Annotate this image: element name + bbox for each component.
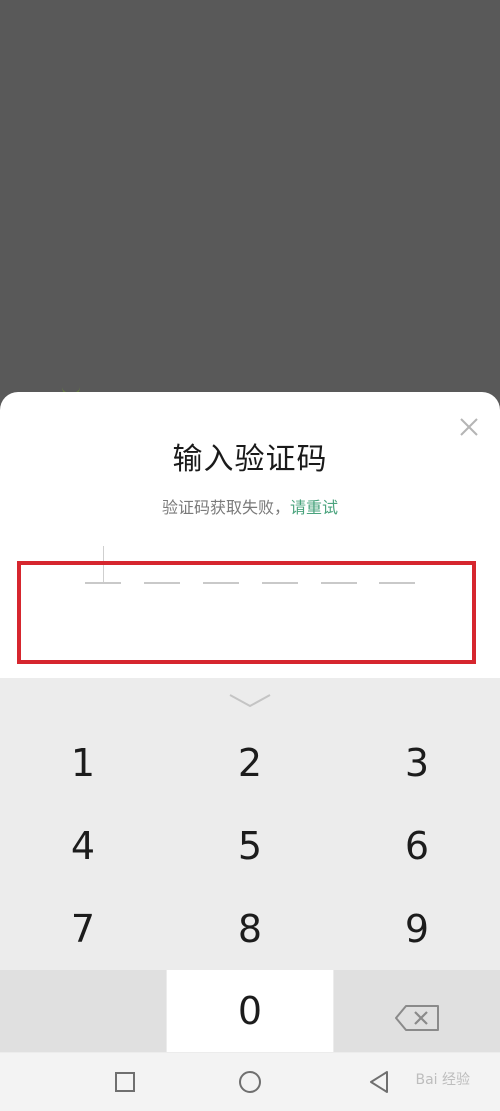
back-icon[interactable]	[367, 1069, 393, 1095]
numeric-keyboard: 1 2 3 4 5 6 7 8 9 0	[0, 678, 500, 1053]
backspace-key[interactable]	[334, 970, 500, 1052]
dimmed-background[interactable]	[0, 0, 500, 395]
key-4[interactable]: 4	[0, 805, 166, 887]
system-navigation-bar: Bai 经验	[0, 1053, 500, 1111]
dialog-subtitle: 验证码获取失败，请重试	[0, 494, 500, 518]
key-2[interactable]: 2	[167, 722, 333, 804]
key-3[interactable]: 3	[334, 722, 500, 804]
key-7[interactable]: 7	[0, 888, 166, 970]
dialog-title: 输入验证码	[172, 442, 328, 477]
key-9[interactable]: 9	[334, 888, 500, 970]
key-0[interactable]: 0	[167, 970, 333, 1052]
retry-link[interactable]: 请重试	[290, 498, 338, 517]
chevron-down-icon[interactable]	[228, 692, 272, 710]
annotation-highlight-box	[17, 561, 476, 664]
watermark: Bai 经验	[415, 1072, 470, 1088]
key-8[interactable]: 8	[167, 888, 333, 970]
key-5[interactable]: 5	[167, 805, 333, 887]
error-message: 验证码获取失败，	[161, 498, 290, 517]
home-icon[interactable]	[237, 1069, 263, 1095]
recent-apps-icon[interactable]	[112, 1069, 138, 1095]
verification-dialog: 输入验证码 验证码获取失败，请重试	[0, 392, 500, 682]
key-6[interactable]: 6	[334, 805, 500, 887]
backspace-icon	[394, 997, 440, 1031]
blank-key	[0, 970, 166, 1052]
key-1[interactable]: 1	[0, 722, 166, 804]
